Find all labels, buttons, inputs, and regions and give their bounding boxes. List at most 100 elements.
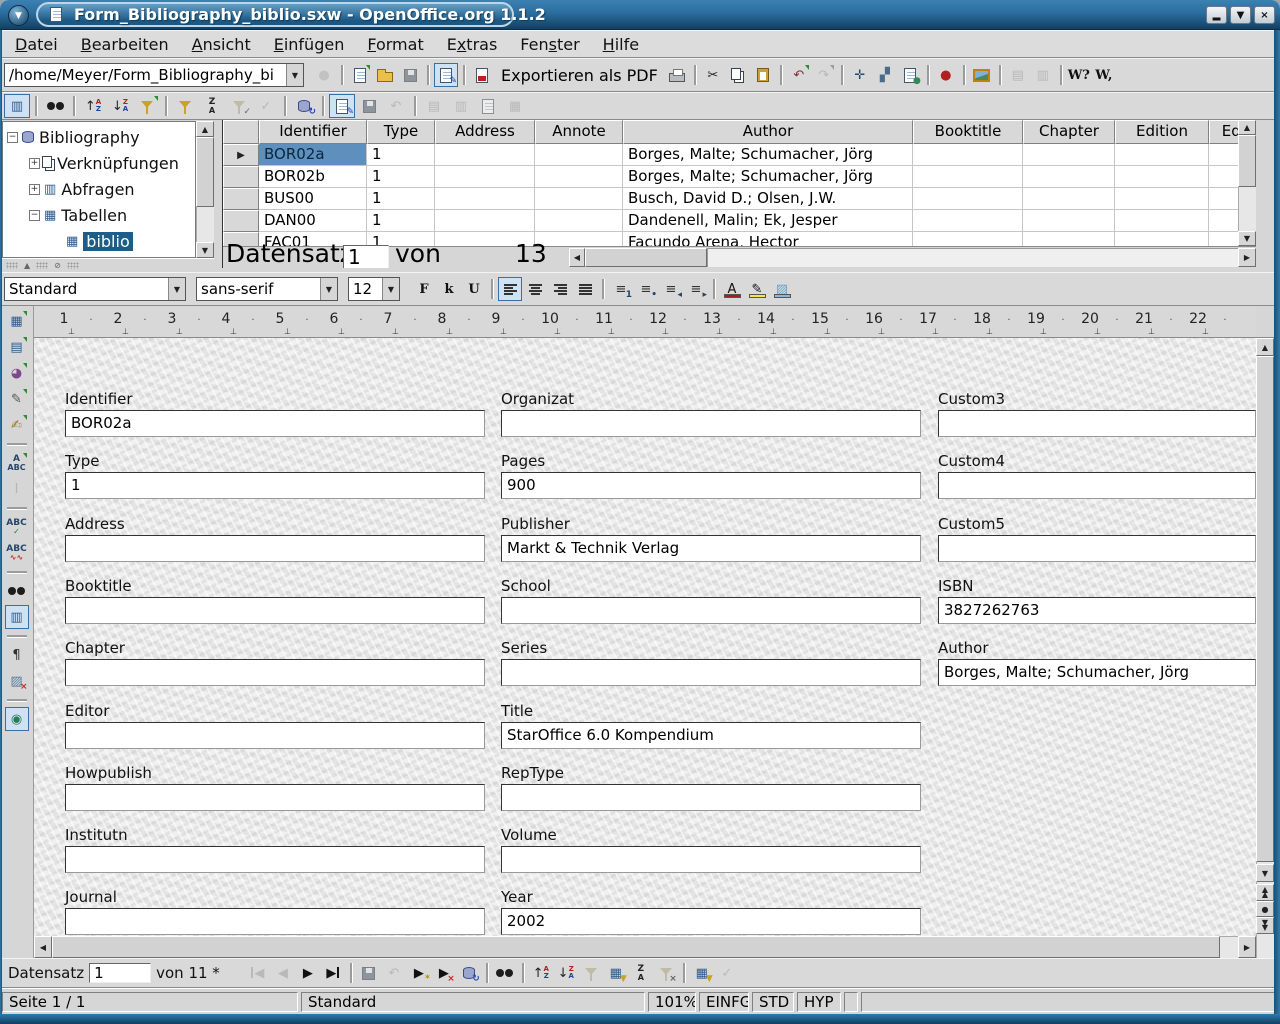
grid-hscrollbar-track[interactable] — [707, 248, 1238, 267]
tab-stop-marker[interactable]: ⊥ — [662, 327, 669, 336]
horizontal-ruler[interactable]: 1·⊥2·⊥3·⊥4·⊥5·⊥6·⊥7·⊥8·⊥9·⊥10·⊥11·⊥12·⊥1… — [34, 306, 1256, 338]
field-input-pages[interactable]: 900 — [501, 472, 921, 499]
print-icon[interactable] — [665, 63, 689, 87]
tree-item-biblio[interactable]: ▦biblio — [3, 230, 133, 252]
grid-cell[interactable]: 1 — [367, 166, 435, 188]
record-number-input[interactable] — [343, 245, 389, 268]
grid-cell[interactable]: Borges, Malte; Schumacher, Jörg — [623, 144, 913, 166]
tab-stop-marker[interactable]: ⊥ — [446, 327, 453, 336]
expand-icon[interactable]: + — [29, 184, 40, 195]
field-input-chapter[interactable] — [65, 659, 485, 686]
grid-cell[interactable]: BOR02a — [259, 144, 367, 166]
tab-stop-marker[interactable]: ⊥ — [230, 327, 237, 336]
grid-cell[interactable] — [1115, 188, 1209, 210]
row-header[interactable] — [223, 166, 259, 188]
browser-splitter[interactable]: ▲ ⊘ — [0, 258, 214, 272]
edit-file-icon[interactable]: ✎ — [434, 63, 458, 87]
tab-stop-marker[interactable]: ⊥ — [1148, 327, 1155, 336]
open-icon[interactable] — [373, 63, 397, 87]
record-macro-icon[interactable]: ● — [934, 63, 958, 87]
tab-stop-marker[interactable]: ⊥ — [392, 327, 399, 336]
last-record-icon[interactable]: ▶ — [321, 961, 345, 985]
field-input-type[interactable]: 1 — [65, 472, 485, 499]
tab-stop-marker[interactable]: ⊥ — [284, 327, 291, 336]
align-right-icon[interactable] — [548, 277, 572, 301]
url-input[interactable] — [5, 66, 286, 84]
grid-cell[interactable] — [1115, 210, 1209, 232]
grid-cell[interactable] — [435, 144, 535, 166]
row-header[interactable] — [223, 210, 259, 232]
scroll-up-icon[interactable]: ▲ — [196, 121, 214, 137]
stylist-icon[interactable]: ▞ — [873, 63, 897, 87]
column-header-chapter[interactable]: Chapter — [1023, 120, 1115, 144]
minimize-button[interactable]: ▂ — [1206, 6, 1227, 24]
scroll-left-icon[interactable]: ◀ — [34, 936, 52, 958]
column-header-edition[interactable]: Edition — [1115, 120, 1209, 144]
sort-dialog-icon[interactable]: ZA — [199, 94, 225, 118]
find-record-icon[interactable] — [493, 961, 517, 985]
autotext-icon[interactable]: AABC — [5, 451, 29, 475]
find-record-icon[interactable] — [42, 94, 68, 118]
tree-item-bibliography[interactable]: −Bibliography — [3, 126, 140, 148]
menu-fenster[interactable]: Fenster — [509, 32, 590, 57]
field-input-author[interactable]: Borges, Malte; Schumacher, Jörg — [938, 659, 1256, 686]
field-input-identifier[interactable]: BOR02a — [65, 410, 485, 437]
column-header-address[interactable]: Address — [435, 120, 535, 144]
field-input-address[interactable] — [65, 535, 485, 562]
collapse-icon[interactable]: − — [29, 210, 40, 221]
tree-item-verknuepfungen[interactable]: +Verknüpfungen — [3, 152, 179, 174]
font-color-icon[interactable]: A — [720, 277, 744, 301]
tab-stop-marker[interactable]: ⊥ — [338, 327, 345, 336]
field-input-journal[interactable] — [65, 908, 485, 935]
grid-vertical-scrollbar[interactable]: ▲ ▼ — [1238, 120, 1256, 246]
chevron-down-icon[interactable]: ▼ — [286, 64, 303, 86]
field-input-school[interactable] — [501, 597, 921, 624]
scroll-right-icon[interactable]: ▶ — [1238, 248, 1256, 267]
undo-icon[interactable]: ↶ — [787, 63, 811, 87]
bullet-list-icon[interactable]: ≡• — [634, 277, 658, 301]
grid-cell[interactable]: BOR02b — [259, 166, 367, 188]
tab-stop-marker[interactable]: ⊥ — [554, 327, 561, 336]
grid-cell[interactable]: 1 — [367, 144, 435, 166]
decrease-indent-icon[interactable]: ≡◂ — [659, 277, 683, 301]
graphics-onoff-icon[interactable]: ▨× — [5, 669, 29, 693]
insert-object-icon[interactable]: ◕ — [5, 361, 29, 385]
font-name-input[interactable] — [197, 280, 320, 298]
field-input-volume[interactable] — [501, 846, 921, 873]
sort-descending-icon[interactable]: ↓ZA — [107, 94, 133, 118]
export-pdf-label[interactable]: Exportieren als PDF — [501, 66, 658, 85]
paragraph-style-combo[interactable]: ▼ — [4, 277, 186, 301]
field-input-editor[interactable] — [65, 722, 485, 749]
scroll-down-icon[interactable]: ▼ — [1238, 231, 1256, 246]
standard-filter-icon[interactable]: ▦▼ — [604, 961, 628, 985]
menu-hilfe[interactable]: Hilfe — [592, 32, 650, 57]
form-based-filters-icon[interactable]: ▦▼ — [690, 961, 714, 985]
tab-stop-marker[interactable]: ⊥ — [770, 327, 777, 336]
row-header[interactable] — [223, 188, 259, 210]
menu-extras[interactable]: Extras — [436, 32, 509, 57]
grid-cell[interactable]: 1 — [367, 210, 435, 232]
grid-cell[interactable] — [435, 210, 535, 232]
tab-stop-marker[interactable]: ⊥ — [1094, 327, 1101, 336]
current-row-indicator[interactable]: ▶ — [223, 144, 259, 166]
menu-bearbeiten[interactable]: Bearbeiten — [70, 32, 180, 57]
window-menu-button[interactable]: ▼ — [8, 5, 29, 26]
refresh-icon[interactable]: ↻ — [291, 94, 317, 118]
tab-stop-marker[interactable]: ⊥ — [608, 327, 615, 336]
paragraph-style-input[interactable] — [5, 280, 168, 298]
font-name-combo[interactable]: ▼ — [196, 277, 338, 301]
menu-format[interactable]: Format — [356, 32, 434, 57]
standard-filter-icon[interactable] — [172, 94, 198, 118]
tree-item-label[interactable]: Bibliography — [39, 128, 140, 147]
chevron-down-icon[interactable]: ▼ — [320, 278, 337, 300]
document-horizontal-scrollbar[interactable]: ◀ ▶ — [34, 936, 1256, 958]
tab-stop-marker[interactable]: ⊥ — [1040, 327, 1047, 336]
grid-cell[interactable]: Dandenell, Malin; Ek, Jesper — [623, 210, 913, 232]
online-layout-icon[interactable]: ◉ — [5, 707, 29, 731]
column-header-type[interactable]: Type — [367, 120, 435, 144]
close-button[interactable]: × — [1254, 6, 1275, 24]
tree-item-label[interactable]: Verknüpfungen — [57, 154, 179, 173]
field-input-institutn[interactable] — [65, 846, 485, 873]
chevron-down-icon[interactable]: ▼ — [168, 278, 185, 300]
scroll-right-icon[interactable]: ▶ — [1238, 936, 1256, 958]
